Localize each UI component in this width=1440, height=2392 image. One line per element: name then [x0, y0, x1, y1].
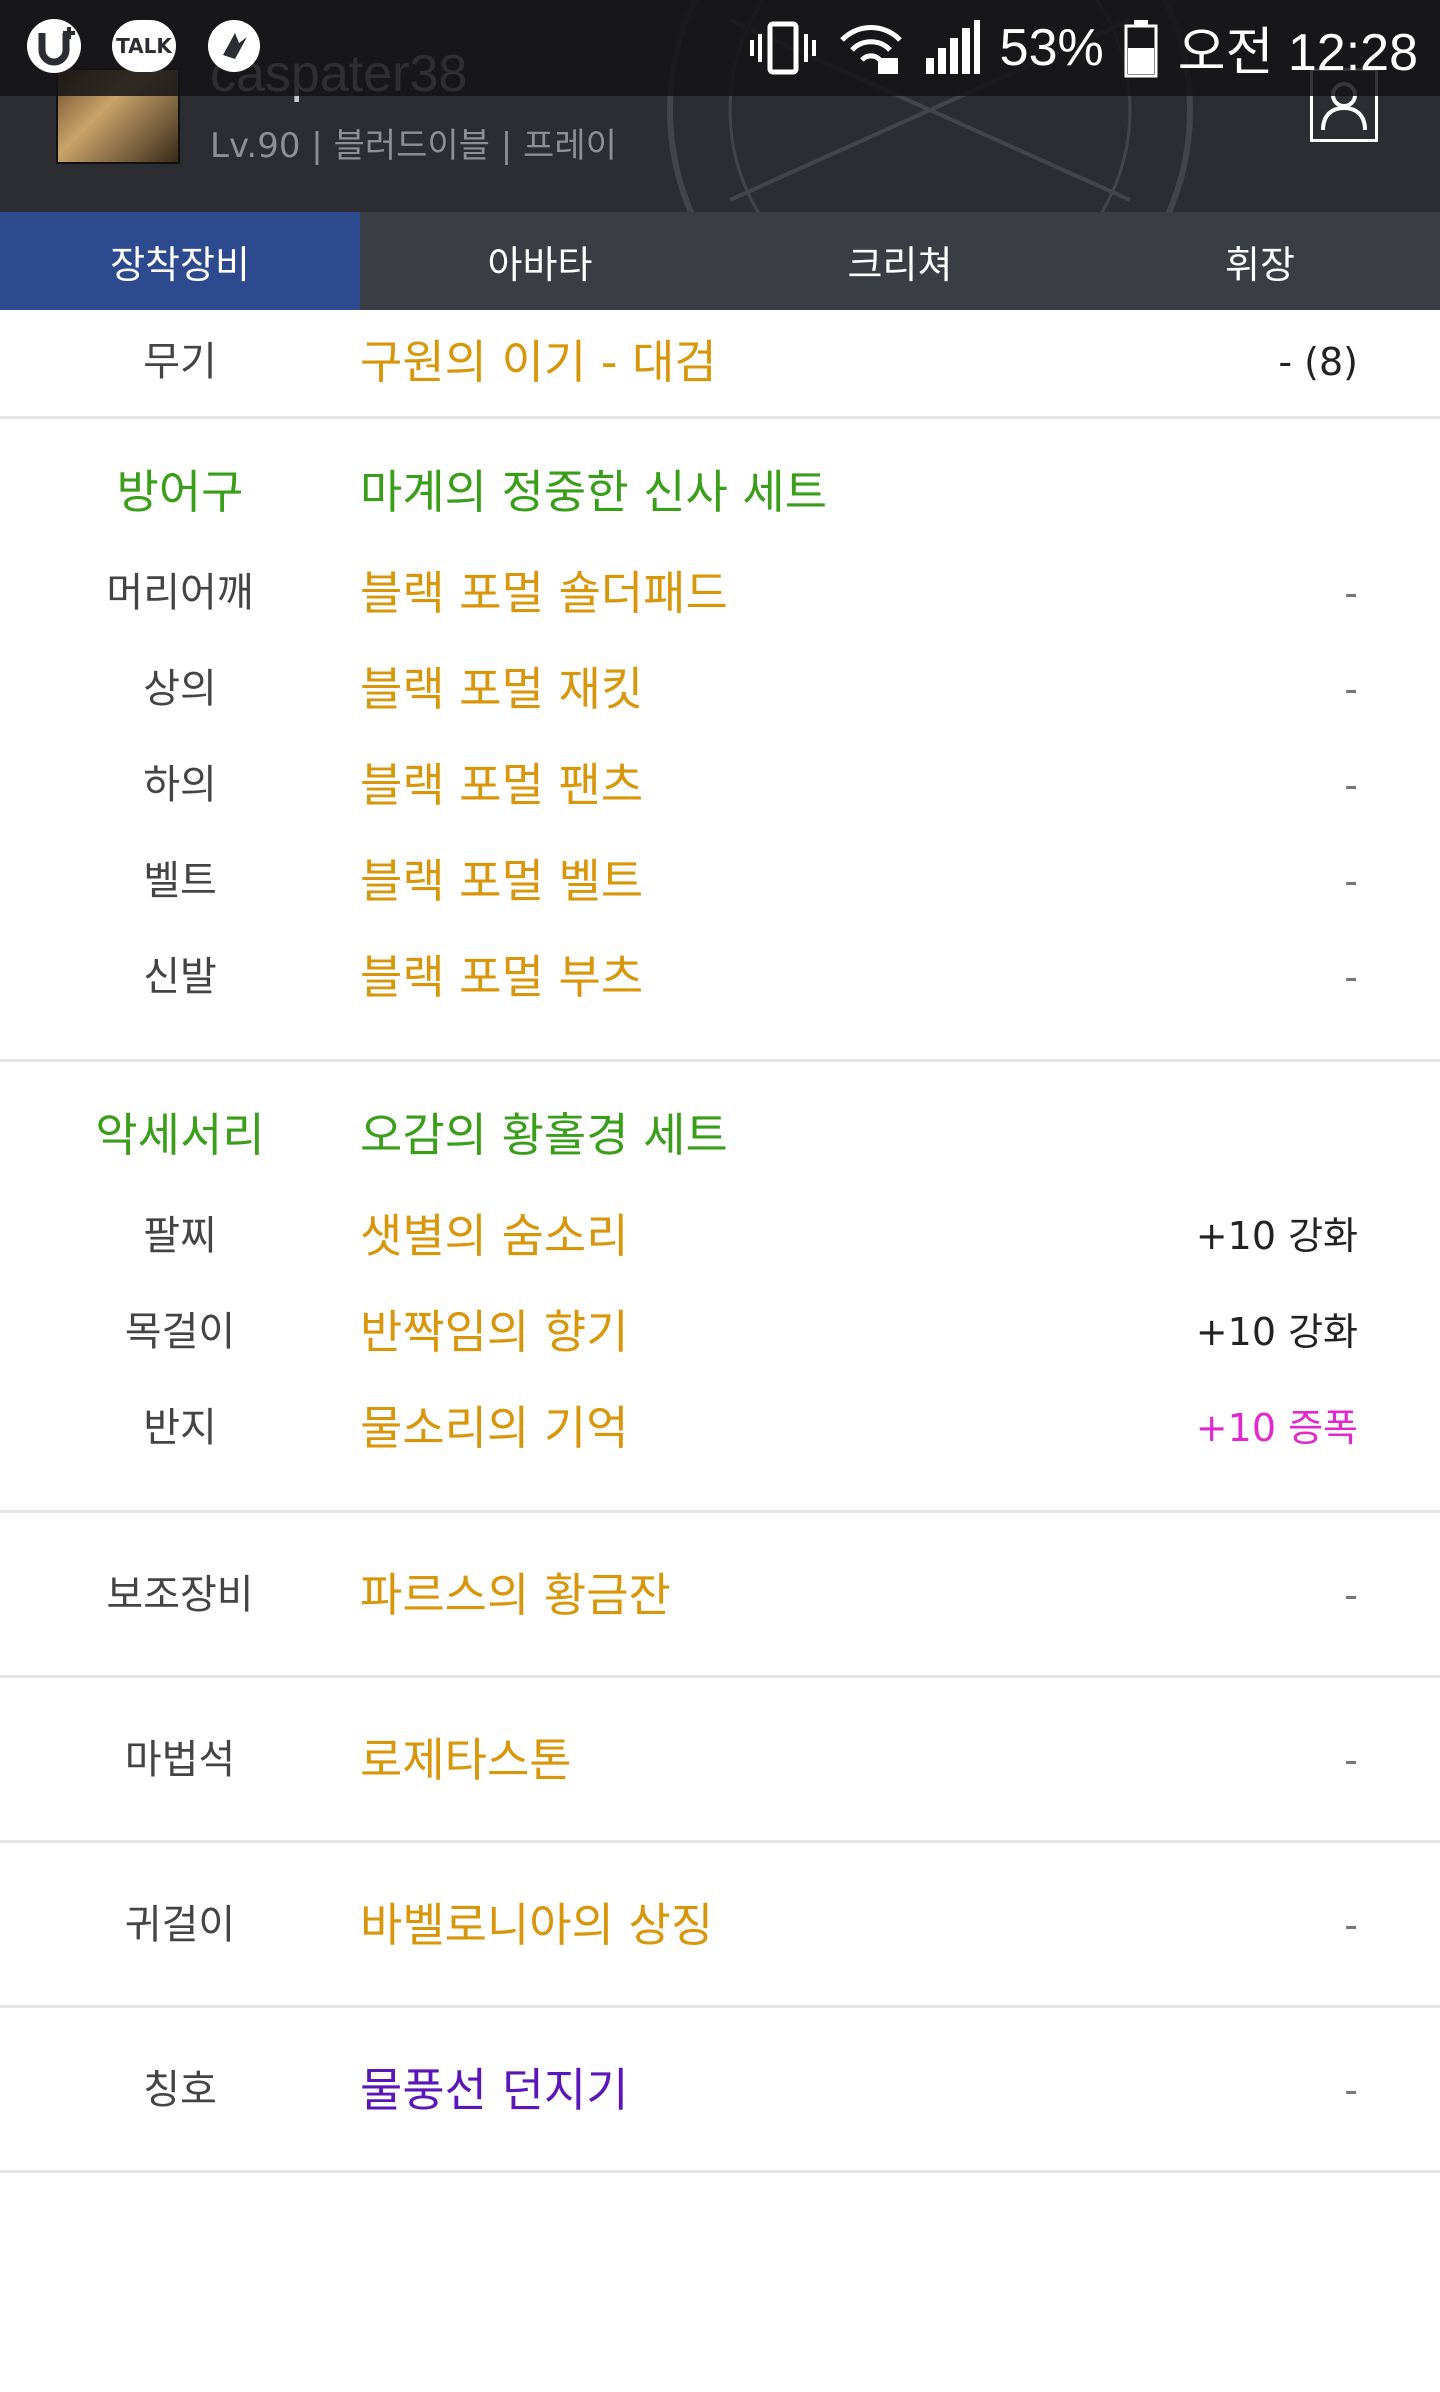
tab-creature[interactable]: 크리쳐 [720, 212, 1080, 310]
item-value: +10 강화 [1195, 1214, 1358, 1258]
item-value: - [1344, 1738, 1358, 1782]
wifi-lock-icon [839, 24, 902, 74]
profile-header: caspater38 Lv.90 | 블러드이블 | 프레이 TALK [0, 0, 1440, 212]
app-icon [202, 14, 266, 78]
magic-stone-section: 마법석 로제타스톤 - [0, 1678, 1440, 1843]
kakao-talk-icon: TALK [112, 14, 176, 78]
item-name[interactable]: 블랙 포멀 숄더패드 [360, 545, 728, 641]
item-name[interactable]: 샛별의 숨소리 [360, 1188, 629, 1284]
slot-label: 벨트 [143, 858, 217, 904]
slot-label: 팔찌 [143, 1213, 217, 1259]
item-value: - [1344, 571, 1358, 615]
set-name[interactable]: 마계의 정중한 신사 세트 [360, 439, 827, 545]
equipment-row-sub[interactable]: 보조장비 파르스의 황금잔 - [0, 1547, 1440, 1643]
weapon-section: 무기 구원의 이기 - 대검 - (8) [0, 310, 1440, 419]
item-value: +10 강화 [1195, 1310, 1358, 1354]
item-value: - [1344, 667, 1358, 711]
equipment-row-title[interactable]: 칭호 물풍선 던지기 - [0, 2042, 1440, 2138]
armor-section: 방어구 마계의 정중한 신사 세트 머리어깨 블랙 포멀 숄더패드 - 상의 블… [0, 419, 1440, 1062]
equipment-row-earring[interactable]: 귀걸이 바벨로니아의 상징 - [0, 1877, 1440, 1973]
vibrate-icon [749, 21, 816, 74]
equipment-row-necklace[interactable]: 목걸이 반짝임의 향기 +10 강화 [0, 1284, 1440, 1380]
tab-avatar[interactable]: 아바타 [360, 212, 720, 310]
battery-percent: 53% [999, 18, 1104, 77]
item-value: - [1344, 763, 1358, 807]
equipment-row-top[interactable]: 상의 블랙 포멀 재킷 - [0, 641, 1440, 737]
signal-icon [925, 19, 980, 74]
item-value: - [1344, 955, 1358, 999]
item-name[interactable]: 로제타스톤 [360, 1712, 572, 1808]
set-label: 악세서리 [95, 1108, 265, 1162]
item-name[interactable]: 바벨로니아의 상징 [360, 1877, 713, 1973]
status-bar: TALK 53% 오전 12:28 [0, 0, 1440, 96]
equipment-list: 무기 구원의 이기 - 대검 - (8) 방어구 마계의 정중한 신사 세트 머… [0, 310, 1440, 2173]
set-name[interactable]: 오감의 황홀경 세트 [360, 1082, 728, 1188]
item-value: - [1344, 1573, 1358, 1617]
item-value: - [1344, 859, 1358, 903]
equipment-row-shoes[interactable]: 신발 블랙 포멀 부츠 - [0, 929, 1440, 1025]
item-name[interactable]: 물소리의 기억 [360, 1380, 629, 1476]
set-row-accessory: 악세서리 오감의 황홀경 세트 [0, 1082, 1440, 1188]
title-section: 칭호 물풍선 던지기 - [0, 2008, 1440, 2173]
slot-label: 상의 [143, 666, 217, 712]
tab-emblem[interactable]: 휘장 [1080, 212, 1440, 310]
item-name[interactable]: 파르스의 황금잔 [360, 1547, 671, 1643]
item-name[interactable]: 반짝임의 향기 [360, 1284, 629, 1380]
equipment-row-bracelet[interactable]: 팔찌 샛별의 숨소리 +10 강화 [0, 1188, 1440, 1284]
slot-label: 머리어깨 [106, 570, 254, 616]
item-value: - [1344, 1903, 1358, 1947]
sub-equipment-section: 보조장비 파르스의 황금잔 - [0, 1513, 1440, 1678]
slot-label: 마법석 [124, 1737, 236, 1783]
equipment-tabs: 장착장비 아바타 크리쳐 휘장 [0, 212, 1440, 310]
battery-icon [1124, 19, 1158, 77]
clock: 오전 12:28 [1177, 24, 1418, 82]
item-value: - (8) [1278, 340, 1358, 384]
slot-label: 하의 [143, 762, 217, 808]
u-plus-icon [22, 14, 86, 78]
earring-section: 귀걸이 바벨로니아의 상징 - [0, 1843, 1440, 2008]
item-value: +10 증폭 [1195, 1406, 1358, 1450]
equipment-row-belt[interactable]: 벨트 블랙 포멀 벨트 - [0, 833, 1440, 929]
character-level-class-server: Lv.90 | 블러드이블 | 프레이 [210, 126, 617, 166]
talk-label: TALK [112, 20, 176, 72]
slot-label: 귀걸이 [124, 1902, 236, 1948]
equipment-row-shoulder[interactable]: 머리어깨 블랙 포멀 숄더패드 - [0, 545, 1440, 641]
item-name[interactable]: 블랙 포멀 재킷 [360, 641, 643, 737]
slot-label: 반지 [143, 1405, 217, 1451]
tab-equipped[interactable]: 장착장비 [0, 212, 360, 310]
slot-label: 무기 [143, 339, 217, 385]
equipment-row-magic-stone[interactable]: 마법석 로제타스톤 - [0, 1712, 1440, 1808]
slot-label: 보조장비 [106, 1572, 254, 1618]
item-value: - [1344, 2068, 1358, 2112]
item-name[interactable]: 구원의 이기 - 대검 [360, 314, 717, 410]
slot-label: 신발 [143, 954, 217, 1000]
slot-label: 목걸이 [124, 1309, 236, 1355]
set-label: 방어구 [116, 465, 244, 519]
slot-label: 칭호 [143, 2067, 217, 2113]
equipment-row-bottom[interactable]: 하의 블랙 포멀 팬츠 - [0, 737, 1440, 833]
item-name[interactable]: 물풍선 던지기 [360, 2042, 629, 2138]
accessory-section: 악세서리 오감의 황홀경 세트 팔찌 샛별의 숨소리 +10 강화 목걸이 반짝… [0, 1062, 1440, 1513]
equipment-row-weapon[interactable]: 무기 구원의 이기 - 대검 - (8) [0, 314, 1440, 410]
item-name[interactable]: 블랙 포멀 부츠 [360, 929, 643, 1025]
equipment-row-ring[interactable]: 반지 물소리의 기억 +10 증폭 [0, 1380, 1440, 1476]
item-name[interactable]: 블랙 포멀 벨트 [360, 833, 643, 929]
item-name[interactable]: 블랙 포멀 팬츠 [360, 737, 643, 833]
set-row-armor: 방어구 마계의 정중한 신사 세트 [0, 439, 1440, 545]
